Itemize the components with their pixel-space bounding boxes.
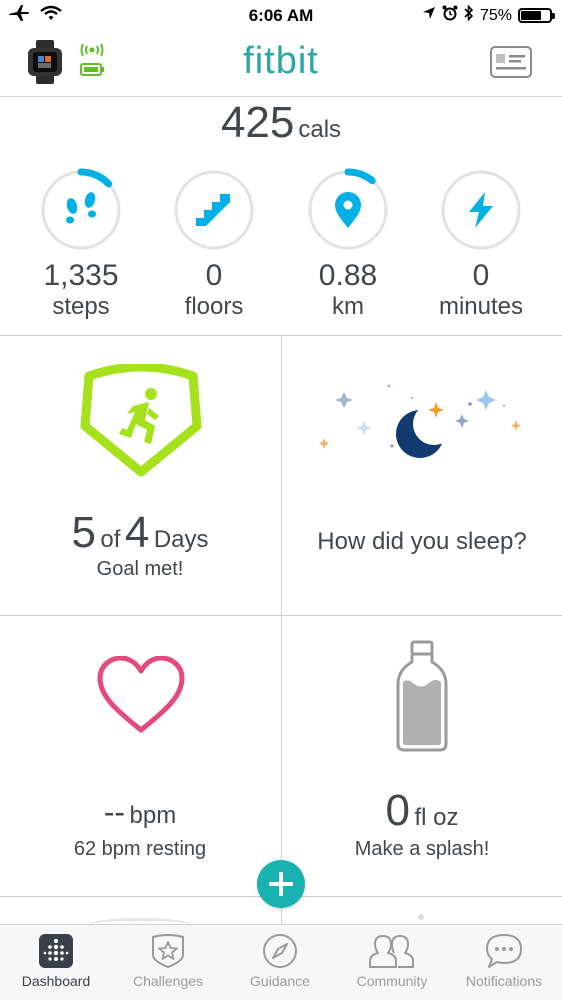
tab-guidance[interactable]: Guidance [224, 925, 336, 1000]
heart-rate-value: -- [103, 794, 126, 830]
stairs-icon [196, 194, 230, 226]
calories-value: 425 [220, 98, 295, 147]
minutes-unit: minutes [438, 293, 524, 320]
profile-card-icon [490, 46, 532, 78]
minutes-ring [441, 170, 521, 250]
next-tile-peek [418, 914, 424, 920]
heart-rate-tile[interactable]: -- bpm 62 bpm resting [0, 616, 280, 896]
exercise-goal-line: 5 of 4 Days [0, 508, 280, 558]
alarm-icon [442, 5, 458, 26]
tab-label: Challenges [132, 973, 204, 989]
exercise-tile[interactable]: 5 of 4 Days Goal met! [0, 336, 280, 615]
tab-label: Guidance [250, 973, 310, 989]
distance-progress-arc [344, 168, 376, 185]
calories-unit: cals [298, 116, 342, 143]
exercise-badge-icon [80, 364, 202, 477]
resting-heart-rate: 62 bpm resting [73, 838, 207, 860]
tab-community[interactable]: Community [336, 925, 448, 1000]
distance-ring [308, 168, 388, 250]
battery-percent: 75% [479, 6, 512, 24]
tab-challenges[interactable]: Challenges [112, 925, 224, 1000]
sleep-night-sky-icon [319, 384, 521, 458]
sleep-prompt: How did you sleep? [317, 528, 527, 555]
distance-stat[interactable]: 0.88 km [281, 168, 415, 322]
tab-label: Notifications [465, 973, 543, 989]
lightning-icon [469, 192, 493, 228]
tab-label: Community [356, 973, 428, 989]
nav-bar: fitbit [0, 32, 562, 97]
steps-progress-arc [77, 168, 113, 188]
water-value: 0 [385, 786, 410, 835]
water-subtitle: Make a splash! [354, 838, 490, 860]
battery-level [521, 11, 541, 20]
exercise-achieved: 5 [71, 508, 96, 557]
minutes-value: 0 [472, 259, 490, 292]
water-unit: fl oz [414, 804, 459, 831]
water-amount-line: 0 fl oz [282, 786, 562, 836]
moon-icon [396, 403, 455, 458]
location-arrow-icon [422, 6, 436, 25]
sleep-tile[interactable]: How did you sleep? [282, 336, 562, 615]
floors-ring [174, 170, 254, 250]
active-minutes-stat[interactable]: 0 minutes [414, 168, 548, 322]
exercise-of-label: of [100, 526, 121, 553]
star-badge-icon [152, 934, 184, 969]
steps-value: 1,335 [43, 259, 119, 292]
exercise-subtitle: Goal met! [96, 558, 184, 580]
tab-label: Dashboard [21, 973, 91, 989]
exercise-period: Days [153, 526, 209, 553]
steps-stat[interactable]: 1,335 steps [14, 168, 148, 322]
status-bar: 6:06 AM 75% [0, 0, 562, 32]
calories-summary[interactable]: 425 cals [0, 98, 562, 148]
heart-rate-line: -- bpm [0, 794, 280, 831]
steps-unit: steps [52, 293, 110, 320]
bluetooth-icon [464, 4, 474, 26]
water-tile[interactable]: 0 fl oz Make a splash! [282, 616, 562, 896]
battery-icon [518, 8, 555, 23]
profile-button[interactable] [490, 46, 532, 83]
runner-icon [119, 388, 159, 444]
steps-ring [41, 168, 121, 250]
plus-icon [269, 872, 293, 896]
heart-icon [97, 656, 185, 733]
footsteps-icon [66, 192, 96, 224]
status-right: 75% [422, 4, 555, 26]
heart-rate-unit: bpm [129, 802, 177, 829]
fitbit-logo: fitbit [243, 40, 319, 82]
location-pin-icon [335, 192, 361, 228]
floors-value: 0 [205, 259, 223, 292]
compass-icon [263, 934, 297, 968]
chat-bubble-icon [486, 934, 522, 968]
tab-notifications[interactable]: Notifications [448, 925, 560, 1000]
tab-dashboard[interactable]: Dashboard [0, 925, 112, 1000]
people-icon [369, 935, 414, 968]
floors-unit: floors [184, 293, 244, 320]
distance-value: 0.88 [318, 259, 378, 292]
floors-stat[interactable]: 0 floors [147, 168, 281, 322]
water-bottle-icon [396, 640, 448, 752]
add-button[interactable] [257, 860, 305, 908]
distance-unit: km [332, 293, 364, 320]
dashboard-icon [39, 934, 73, 968]
exercise-goal: 4 [124, 508, 150, 557]
tab-bar: Dashboard Challenges Guidance Community … [0, 924, 562, 1000]
